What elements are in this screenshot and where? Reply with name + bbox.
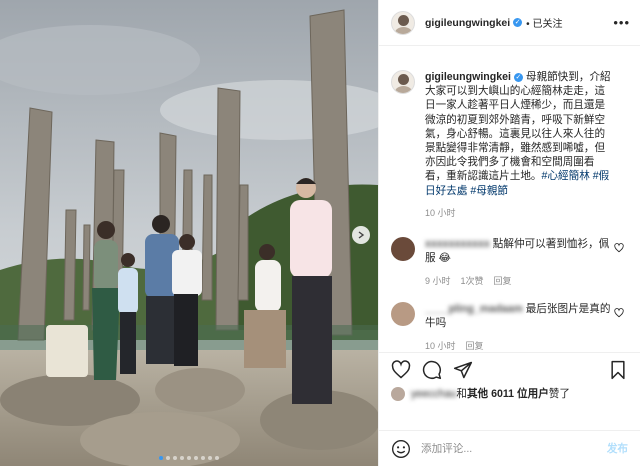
caption-author-avatar[interactable] — [391, 70, 415, 94]
comment-list: xxxxxxxxxxx 點解仲可以著到恤衫，佩服 😂 9 小时 1次赞 回复 _… — [379, 219, 640, 353]
hashtag-link[interactable]: #母親節 — [470, 185, 508, 197]
comment-item: xxxxxxxxxxx 點解仲可以著到恤衫，佩服 😂 9 小时 1次赞 回复 — [379, 236, 640, 288]
comment-body: xxxxxxxxxxx 點解仲可以著到恤衫，佩服 😂 9 小时 1次赞 回复 — [425, 237, 615, 288]
comment-item: ____pling_madaam 最后张图片是真的牛吗 10 小时 回复 — [379, 301, 640, 353]
commenter-avatar[interactable] — [391, 301, 415, 326]
carousel-dot — [194, 456, 198, 460]
post-photo[interactable] — [0, 0, 378, 466]
photo-scene — [0, 0, 378, 466]
caption-text: 母親節快到，介紹大家可以到大嶼山的心經簡林走走，這日一家人趁著平日人煙稀少，而且… — [425, 71, 611, 183]
carousel-dot — [201, 456, 205, 460]
chevron-right-icon — [358, 231, 365, 239]
caption-username[interactable]: gigileungwingkei — [425, 71, 511, 83]
liker-avatar[interactable] — [391, 386, 405, 401]
hashtag-link[interactable]: #心經簡林 — [542, 170, 590, 182]
follow-status[interactable]: • 已关注 — [526, 15, 562, 30]
carousel-dot — [166, 456, 170, 460]
bookmark-icon[interactable] — [608, 360, 628, 380]
like-comment-heart-icon[interactable] — [614, 308, 624, 318]
more-options-button[interactable]: ••• — [613, 15, 630, 30]
post-caption: gigileungwingkei ✓ 母親節快到，介紹大家可以到大嶼山的心經簡林走… — [379, 46, 640, 198]
commenter-username[interactable]: xxxxxxxxxxx — [425, 237, 490, 251]
add-comment-bar: 发布 — [379, 430, 640, 466]
reply-button[interactable]: 回复 — [494, 274, 512, 288]
post-header: gigileungwingkei ✓ • 已关注 ••• — [379, 0, 640, 46]
like-heart-icon[interactable] — [391, 359, 411, 380]
likes-summary: yeecchau 和 其他 6011 位用户 赞了 — [391, 386, 570, 401]
comment-likes[interactable]: 1次赞 — [461, 274, 484, 288]
verified-badge-icon: ✓ — [513, 72, 523, 82]
commenter-username[interactable]: ____pling_madaam — [425, 302, 523, 316]
author-avatar[interactable] — [391, 10, 415, 35]
post-action-bar — [379, 352, 640, 386]
carousel-dot — [187, 456, 191, 460]
likes-and: 和 — [456, 388, 467, 400]
comment-input[interactable] — [421, 442, 607, 455]
post-comment-button[interactable]: 发布 — [607, 441, 628, 456]
instagram-post-view: gigileungwingkei ✓ • 已关注 ••• gigileungwi… — [0, 0, 640, 466]
comment-body: ____pling_madaam 最后张图片是真的牛吗 10 小时 回复 — [425, 302, 615, 353]
comment-bubble-icon[interactable] — [422, 360, 442, 380]
comment-meta: 10 小时 回复 — [425, 339, 615, 353]
like-comment-heart-icon[interactable] — [614, 243, 624, 253]
carousel-dot — [173, 456, 177, 460]
caption-timestamp: 10 小时 — [425, 207, 456, 218]
commenter-avatar[interactable] — [391, 236, 415, 261]
post-side-panel: gigileungwingkei ✓ • 已关注 ••• gigileungwi… — [378, 0, 640, 466]
carousel-dot — [215, 456, 219, 460]
carousel-dot — [208, 456, 212, 460]
carousel-dot — [159, 456, 163, 460]
caption-text-block: gigileungwingkei ✓ 母親節快到，介紹大家可以到大嶼山的心經簡林走… — [425, 70, 615, 198]
liker-username[interactable]: yeecchau — [411, 388, 456, 400]
comment-time: 10 小时 — [425, 340, 456, 351]
likes-others-count[interactable]: 其他 6011 位用户 — [467, 386, 549, 401]
likes-suffix: 赞了 — [548, 388, 570, 400]
comment-time: 9 小时 — [425, 275, 451, 286]
next-slide-button[interactable] — [352, 226, 370, 244]
carousel-indicator — [0, 456, 378, 460]
carousel-dot — [180, 456, 184, 460]
reply-button[interactable]: 回复 — [466, 339, 484, 353]
share-paper-plane-icon[interactable] — [453, 360, 473, 380]
verified-badge-icon: ✓ — [513, 18, 523, 27]
author-username[interactable]: gigileungwingkei — [425, 17, 510, 29]
comment-meta: 9 小时 1次赞 回复 — [425, 274, 615, 288]
emoji-smiley-icon[interactable] — [391, 439, 411, 459]
